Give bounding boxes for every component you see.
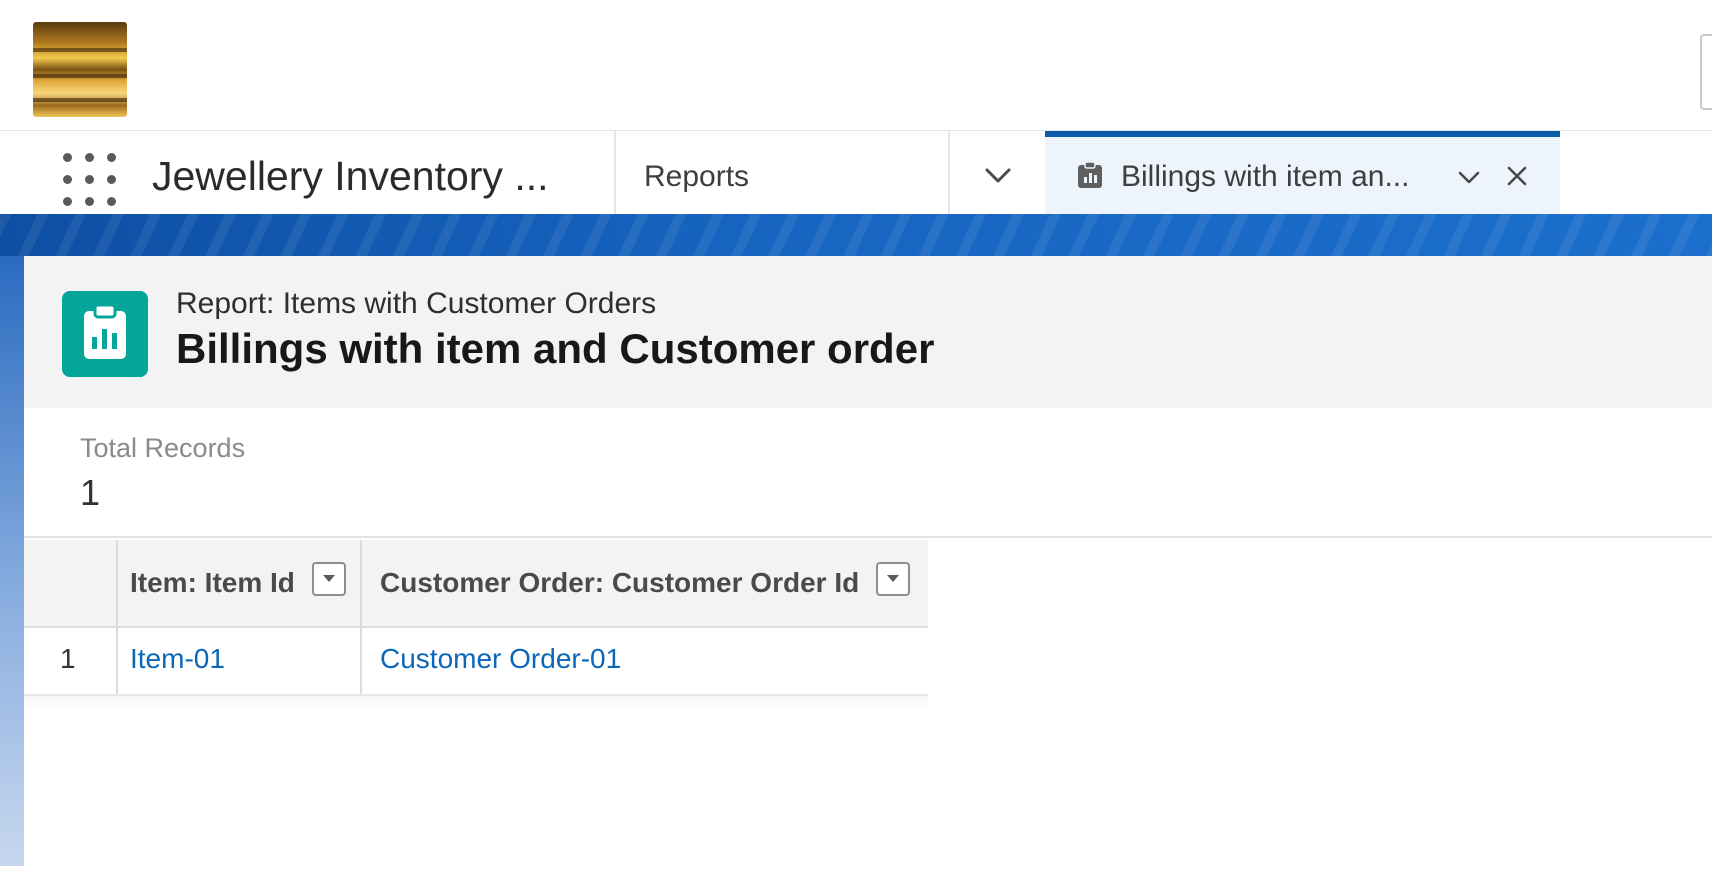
navigation-bar: Jewellery Inventory ... Reports Billings…: [0, 131, 1712, 215]
table-row: 1 Item-01 Customer Order-01: [24, 628, 928, 696]
table-shadow: [24, 696, 928, 710]
app-launcher-icon[interactable]: [63, 153, 117, 207]
page-title: Billings with item and Customer order: [176, 325, 935, 372]
customer-order-id-link[interactable]: Customer Order-01: [380, 642, 621, 676]
column-separator: [116, 540, 118, 626]
nav-divider: [614, 131, 616, 214]
column-separator: [360, 628, 362, 694]
nav-divider: [948, 131, 950, 214]
row-number: 1: [60, 643, 76, 674]
global-header: [0, 0, 1712, 131]
report-icon: [62, 291, 148, 377]
column-menu-item-id-icon[interactable]: [312, 562, 346, 596]
table-header-row: Item: Item Id Customer Order: Customer O…: [24, 540, 928, 628]
page-header: Report: Items with Customer Orders Billi…: [24, 256, 1712, 410]
brand-pattern: [0, 214, 1712, 256]
total-records-label: Total Records: [80, 433, 246, 463]
page-subtitle: Report: Items with Customer Orders: [176, 287, 657, 320]
tab-label: Billings with item an...: [1121, 160, 1410, 193]
nav-more-chevron-down-icon[interactable]: [980, 157, 1016, 193]
brand-band: [0, 214, 1712, 256]
column-separator: [360, 540, 362, 626]
tab-close-icon[interactable]: [1502, 161, 1532, 191]
column-header-customer-order-id[interactable]: Customer Order: Customer Order Id: [380, 566, 859, 600]
report-body: Total Records 1 Item: Item Id Customer O…: [24, 408, 1712, 868]
column-menu-customer-order-id-icon[interactable]: [876, 562, 910, 596]
report-tab-icon: [1078, 161, 1102, 188]
app-name: Jewellery Inventory ...: [152, 153, 549, 199]
total-records-value: 1: [80, 472, 101, 513]
tab-chevron-down-icon[interactable]: [1455, 163, 1483, 191]
header-search-box-edge[interactable]: [1700, 34, 1712, 110]
column-separator: [116, 628, 118, 694]
tab-billings-report[interactable]: Billings with item an...: [1045, 131, 1560, 214]
summary-divider: [24, 536, 1712, 538]
left-rail: [0, 256, 24, 866]
item-id-link[interactable]: Item-01: [130, 642, 225, 676]
column-header-item-id[interactable]: Item: Item Id: [130, 566, 295, 600]
nav-item-reports[interactable]: Reports: [644, 159, 749, 195]
app-logo: [33, 22, 127, 117]
